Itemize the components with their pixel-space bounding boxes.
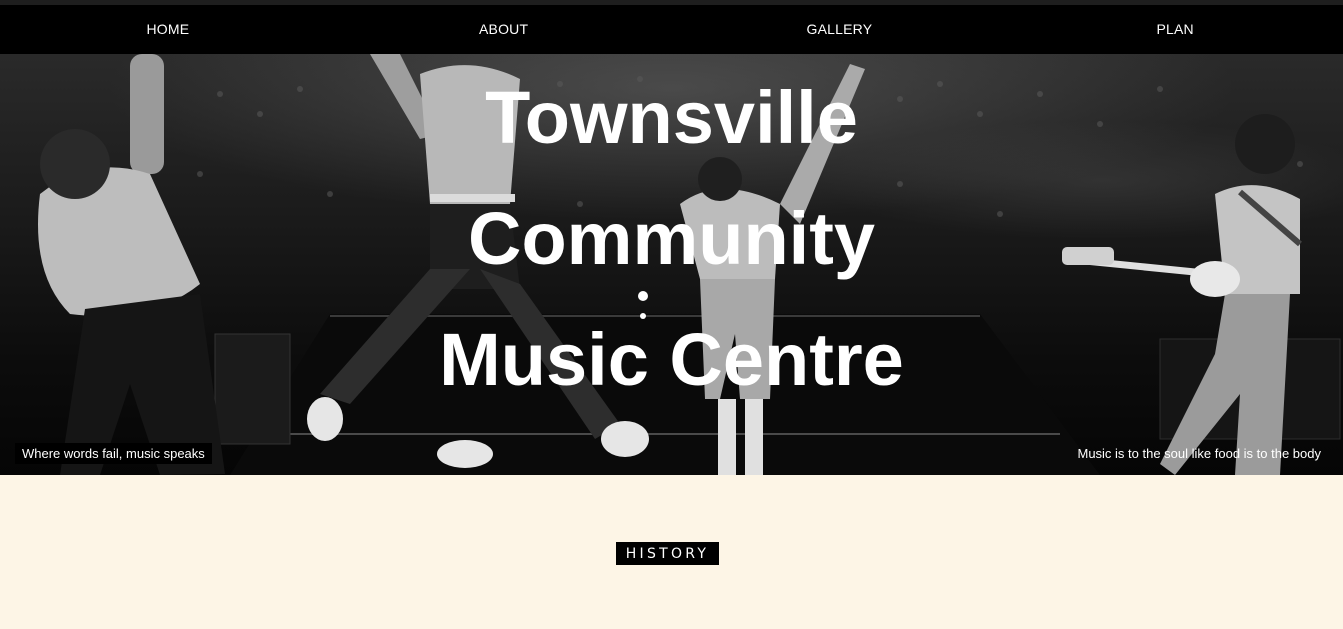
nav-gallery-link[interactable]: GALLERY [672,5,1008,54]
hero-title-line: Community [468,197,875,280]
quote-left: Where words fail, music speaks [15,443,212,464]
hero-title-line: Music Centre [439,318,904,401]
nav-plan-link[interactable]: PLAN [1007,5,1343,54]
main-navigation: HOME ABOUT GALLERY PLAN [0,5,1343,54]
hero-title: Townsville Community Music Centre [0,54,1343,475]
history-heading: HISTORY [616,542,719,565]
hero-title-line: Townsville [485,76,858,159]
nav-home-link[interactable]: HOME [0,5,336,54]
hero-banner: Townsville Community Music Centre Where … [0,54,1343,475]
quote-right: Music is to the soul like food is to the… [1077,446,1321,461]
nav-about-link[interactable]: ABOUT [336,5,672,54]
